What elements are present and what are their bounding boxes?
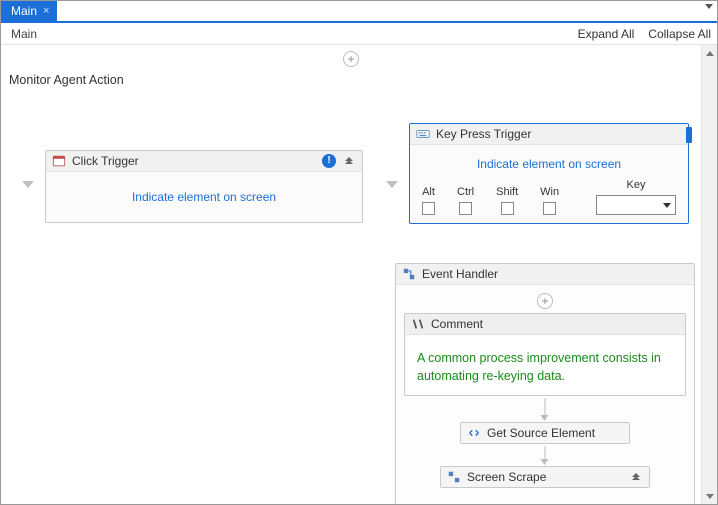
selection-handle[interactable] [686,127,692,143]
key-dropdown[interactable] [596,195,676,215]
modifier-row: Alt Ctrl Shift Win [410,175,688,223]
modifier-shift-checkbox[interactable] [501,202,514,215]
breadcrumb-bar: Main Expand All Collapse All [1,23,717,45]
expand-all-button[interactable]: Expand All [578,27,635,41]
indicate-element-link[interactable]: Indicate element on screen [56,190,352,204]
key-press-trigger-activity[interactable]: Key Press Trigger Indicate element on sc… [409,123,689,224]
chevron-down-icon [386,181,398,188]
modifier-shift-label: Shift [496,186,518,198]
flow-arrow-icon [545,446,546,464]
comment-header: Comment [405,314,685,335]
workflow-canvas[interactable]: + Monitor Agent Action Click Trigger ! [1,45,701,504]
scroll-down-icon[interactable] [702,488,717,504]
screen-scrape-activity[interactable]: Screen Scrape [440,466,650,488]
dropdown-caret-icon [663,203,671,208]
key-press-trigger-title: Key Press Trigger [436,127,531,141]
tab-overflow-caret-icon[interactable] [705,4,713,9]
comment-icon [411,317,425,331]
breadcrumb[interactable]: Main [11,27,37,41]
modifier-ctrl-label: Ctrl [457,186,474,198]
screen-scrape-title: Screen Scrape [467,470,546,484]
modifier-win: Win [540,186,559,215]
modifier-alt: Alt [422,186,435,215]
get-source-element-header: Get Source Element [461,423,629,443]
modifier-alt-checkbox[interactable] [422,202,435,215]
modifier-alt-label: Alt [422,186,435,198]
indicate-element-link[interactable]: Indicate element on screen [420,157,678,171]
modifier-win-checkbox[interactable] [543,202,556,215]
key-label: Key [627,179,646,191]
event-handler-title: Event Handler [422,267,498,281]
scrape-icon [447,470,461,484]
add-activity-icon[interactable]: + [537,293,553,309]
sequence-connector-icon [383,175,401,193]
tab-close-icon[interactable]: × [43,6,49,17]
modifier-shift: Shift [496,186,518,215]
tab-strip: Main × [1,1,717,23]
modifier-ctrl-checkbox[interactable] [459,202,472,215]
comment-activity[interactable]: Comment A common process improvement con… [404,313,686,396]
sequence-connector-icon [19,175,37,193]
handler-icon [402,267,416,281]
key-column: Key [596,179,676,215]
chevron-down-icon [22,181,34,188]
element-icon [467,426,481,440]
click-trigger-activity[interactable]: Click Trigger ! Indicate element on scre… [45,150,363,223]
get-source-element-title: Get Source Element [487,426,595,440]
event-handler-header: Event Handler [396,264,694,285]
modifier-win-label: Win [540,186,559,198]
add-activity-icon[interactable]: + [343,51,359,67]
keyboard-icon [416,127,430,141]
comment-title: Comment [431,317,483,331]
modifier-ctrl: Ctrl [457,186,474,215]
collapse-icon[interactable] [629,470,643,484]
designer-window: Main × Main Expand All Collapse All + Mo… [0,0,718,505]
comment-text: A common process improvement consists in… [415,343,675,387]
click-trigger-title: Click Trigger [72,154,139,168]
collapse-icon[interactable] [342,154,356,168]
get-source-element-activity[interactable]: Get Source Element [460,422,630,444]
scroll-up-icon[interactable] [702,45,717,61]
vertical-scrollbar[interactable] [701,45,717,504]
collapse-all-button[interactable]: Collapse All [648,27,711,41]
tab-title: Main [11,4,37,18]
screen-scrape-header: Screen Scrape [441,467,649,487]
flow-arrow-icon [545,398,546,420]
validation-info-icon[interactable]: ! [322,154,336,168]
calendar-icon [52,154,66,168]
section-title: Monitor Agent Action [9,73,124,87]
workflow-canvas-wrap: + Monitor Agent Action Click Trigger ! [1,45,717,504]
click-trigger-header: Click Trigger ! [46,151,362,172]
top-insert-row: + [1,51,701,67]
key-press-trigger-header: Key Press Trigger [410,124,688,145]
tab-main[interactable]: Main × [1,1,57,21]
event-handler-activity[interactable]: Event Handler + Comment A common process… [395,263,695,504]
